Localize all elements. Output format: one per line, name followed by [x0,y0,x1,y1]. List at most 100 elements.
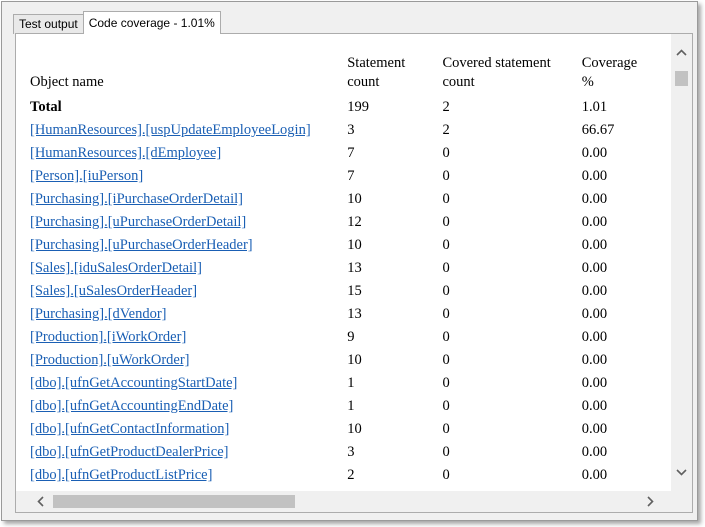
chevron-down-icon[interactable] [671,462,692,483]
header-object-name: Object name [30,52,347,96]
table-row: [Production].[uWorkOrder] 10 0 0.00 [30,349,671,372]
header-coverage: Coverage% [582,52,671,96]
coverage-percent-cell: 0.00 [581,191,608,207]
object-name-link-cell: [Purchasing].[uPurchaseOrderHeader] [30,234,347,257]
table-row: [Sales].[iduSalesOrderDetail] 13 0 0.00 [30,257,671,280]
total-row: Total 199 2 1.01 [30,96,671,119]
total-coverage: 1.01 [581,99,608,115]
total-covered: 2 [442,99,450,115]
chevron-left-icon[interactable] [30,491,51,512]
tab-test-output[interactable]: Test output [13,14,84,34]
coverage-percent-cell: 66.67 [581,122,615,138]
header-coverage-line2: % [581,74,594,90]
object-name-link[interactable]: [Production].[uWorkOrder] [30,352,190,368]
object-name-link[interactable]: [dbo].[ufnGetAccountingStartDate] [30,375,237,391]
table-row: [HumanResources].[uspUpdateEmployeeLogin… [30,119,671,142]
coverage-percent-cell: 0.00 [581,145,608,161]
covered-count-cell: 0 [442,421,450,437]
vertical-scrollbar[interactable] [671,34,692,492]
table-row: [dbo].[ufnGetAccountingEndDate] 1 0 0.00 [30,395,671,418]
object-name-link[interactable]: [dbo].[ufnGetProductListPrice] [30,467,212,483]
statement-count-cell: 1 [347,398,355,414]
coverage-percent-cell: 0.00 [581,260,608,276]
coverage-percent-cell: 0.00 [581,352,608,368]
table-row: [Sales].[uSalesOrderHeader] 15 0 0.00 [30,280,671,303]
object-name-link-cell: [dbo].[ufnGetProductListPrice] [30,464,347,487]
object-name-link[interactable]: [Purchasing].[uPurchaseOrderHeader] [30,237,253,253]
vertical-scroll-thumb[interactable] [675,71,688,86]
covered-count-cell: 0 [442,467,450,483]
statement-count-cell: 3 [347,444,355,460]
covered-count-cell: 0 [442,214,450,230]
object-name-link[interactable]: [dbo].[ufnGetAccountingEndDate] [30,398,233,414]
object-name-link-cell: [Sales].[uSalesOrderHeader] [30,280,347,303]
covered-count-cell: 0 [442,260,450,276]
covered-count-cell: 0 [442,168,450,184]
statement-count-cell: 13 [347,260,362,276]
object-name-link-cell: [Person].[iuPerson] [30,165,347,188]
object-name-link[interactable]: [Purchasing].[uPurchaseOrderDetail] [30,214,246,230]
covered-count-cell: 0 [442,306,450,322]
table-header-row: Object name Statement count Covered state… [30,52,671,96]
statement-count-cell: 7 [347,145,355,161]
coverage-percent-cell: 0.00 [581,237,608,253]
tab-code-coverage[interactable]: Code coverage - 1.01% [82,11,221,34]
statement-count-cell: 12 [347,214,362,230]
object-name-link[interactable]: [Purchasing].[iPurchaseOrderDetail] [30,191,243,207]
header-covered-count-line2: count [442,74,475,90]
covered-count-cell: 0 [442,145,450,161]
coverage-percent-cell: 0.00 [581,444,608,460]
object-name-link[interactable]: [Production].[iWorkOrder] [30,329,186,345]
header-statement-count-line1: Statement [347,55,406,71]
statement-count-cell: 10 [347,237,362,253]
object-name-link-cell: [dbo].[ufnGetAccountingStartDate] [30,372,347,395]
statement-count-cell: 13 [347,306,362,322]
covered-count-cell: 0 [442,191,450,207]
covered-count-cell: 0 [442,444,450,460]
object-name-link[interactable]: [dbo].[ufnGetContactInformation] [30,421,229,437]
statement-count-cell: 15 [347,283,362,299]
table-row: [Purchasing].[uPurchaseOrderDetail] 12 0 0.… [30,211,671,234]
horizontal-scroll-thumb[interactable] [53,495,295,508]
tab-strip: Test output Code coverage - 1.01% [13,11,221,34]
coverage-percent-cell: 0.00 [581,329,608,345]
table-row: [HumanResources].[dEmployee] 7 0 0.00 [30,142,671,165]
coverage-percent-cell: 0.00 [581,467,608,483]
covered-count-cell: 0 [442,375,450,391]
coverage-percent-cell: 0.00 [581,421,608,437]
header-statement-count: Statement count [347,52,442,96]
statement-count-cell: 10 [347,191,362,207]
coverage-content: Object name Statement count Covered state… [16,34,671,492]
chevron-right-icon[interactable] [640,491,661,512]
horizontal-scrollbar[interactable] [16,491,671,512]
covered-count-cell: 0 [442,398,450,414]
object-name-link[interactable]: [HumanResources].[dEmployee] [30,145,221,161]
object-name-link[interactable]: [Sales].[iduSalesOrderDetail] [30,260,202,276]
table-row: [Person].[iuPerson] 7 0 0.00 [30,165,671,188]
covered-count-cell: 0 [442,352,450,368]
object-name-link[interactable]: [HumanResources].[uspUpdateEmployeeLogin… [30,122,311,138]
object-name-link-cell: [dbo].[ufnGetAccountingEndDate] [30,395,347,418]
covered-count-cell: 0 [442,329,450,345]
table-row: [dbo].[ufnGetAccountingStartDate] 1 0 0.00 [30,372,671,395]
object-name-link-cell: [Purchasing].[uPurchaseOrderDetail] [30,211,347,234]
coverage-percent-cell: 0.00 [581,283,608,299]
chevron-up-icon[interactable] [671,42,692,63]
object-name-link-cell: [Production].[iWorkOrder] [30,326,347,349]
table-row: [Purchasing].[iPurchaseOrderDetail] 10 0 0.… [30,188,671,211]
table-row: [Purchasing].[dVendor] 13 0 0.00 [30,303,671,326]
coverage-percent-cell: 0.00 [581,398,608,414]
object-name-link-cell: [HumanResources].[uspUpdateEmployeeLogin… [30,119,347,142]
statement-count-cell: 10 [347,352,362,368]
coverage-panel: Object name Statement count Covered state… [15,33,693,513]
coverage-percent-cell: 0.00 [581,375,608,391]
covered-count-cell: 2 [442,122,450,138]
object-name-link[interactable]: [Person].[iuPerson] [30,168,143,184]
table-row: [dbo].[ufnGetProductListPrice] 2 0 0.00 [30,464,671,487]
covered-count-cell: 0 [442,237,450,253]
object-name-link[interactable]: [dbo].[ufnGetProductDealerPrice] [30,444,229,460]
object-name-link[interactable]: [Purchasing].[dVendor] [30,306,167,322]
total-label: Total [30,99,62,115]
object-name-link[interactable]: [Sales].[uSalesOrderHeader] [30,283,197,299]
object-name-link-cell: [Production].[uWorkOrder] [30,349,347,372]
